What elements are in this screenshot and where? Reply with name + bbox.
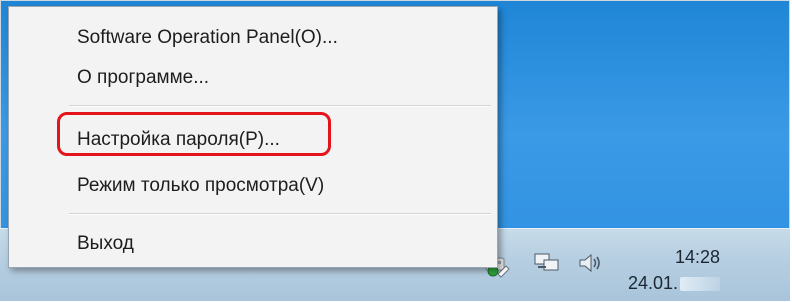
clock-date: 24.01. xyxy=(627,273,678,293)
clock-time: 14:28 xyxy=(674,247,720,267)
date-redacted xyxy=(680,277,720,292)
menu-separator xyxy=(69,213,491,215)
menu-item-about[interactable]: О программе... xyxy=(9,61,497,95)
clock-date-row: 24.01. xyxy=(628,270,720,296)
menu-item-software-operation-panel[interactable]: Software Operation Panel(O)... xyxy=(9,21,497,55)
highlight-outline xyxy=(57,112,331,156)
menu-separator xyxy=(69,105,491,107)
menu-item-view-only-mode[interactable]: Режим только просмотра(V) xyxy=(9,169,497,203)
system-clock[interactable]: 14:28 24.01. xyxy=(628,244,720,296)
menu-item-exit[interactable]: Выход xyxy=(9,227,497,261)
network-icon[interactable] xyxy=(532,248,562,278)
volume-icon[interactable] xyxy=(576,248,606,278)
